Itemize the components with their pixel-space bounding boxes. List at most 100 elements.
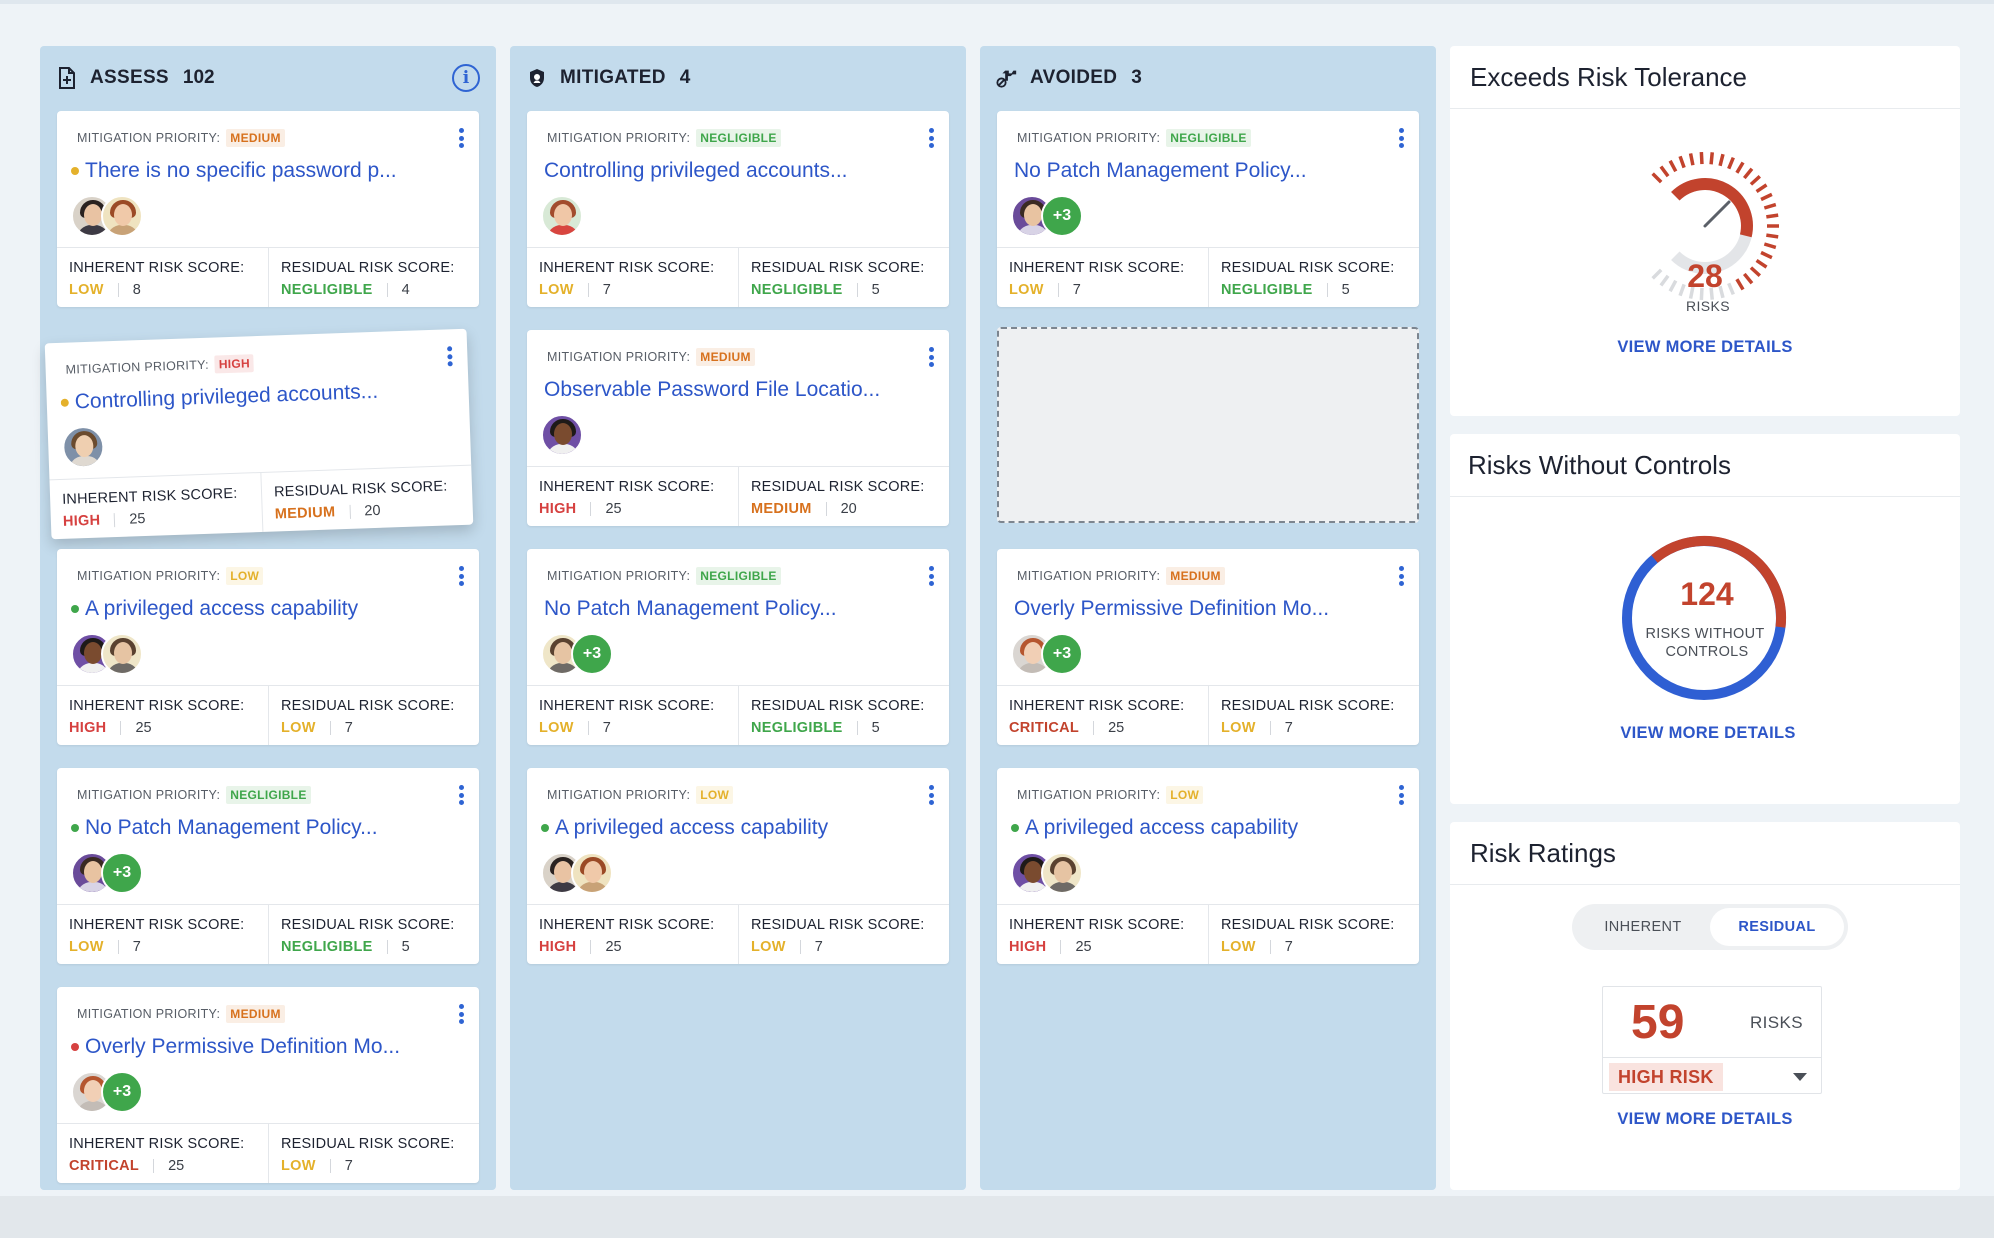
risk-score-number: 25 <box>1075 939 1092 955</box>
more-assignees-badge[interactable]: +3 <box>1041 633 1083 675</box>
risk-card[interactable]: MITIGATION PRIORITY: LOW A privileged acce… <box>997 768 1419 964</box>
avatar[interactable] <box>61 425 106 469</box>
inherent-risk-score-label: INHERENT RISK SCORE: <box>539 479 715 495</box>
avatar[interactable] <box>571 852 613 894</box>
risk-card[interactable]: MITIGATION PRIORITY: NEGLIGIBLE No Patch M… <box>527 549 949 745</box>
residual-risk-score-label: RESIDUAL RISK SCORE: <box>281 917 455 933</box>
selected-risk-level: HIGH RISK <box>1609 1063 1723 1091</box>
avatar[interactable] <box>101 633 143 675</box>
residual-risk-score-value: MEDIUM 20 <box>751 501 949 517</box>
avatar[interactable] <box>541 414 583 456</box>
info-icon[interactable]: i <box>452 64 480 92</box>
more-assignees-badge[interactable]: +3 <box>101 852 143 894</box>
gauge-tick <box>1760 192 1773 202</box>
risk-title-link[interactable]: Controlling privileged accounts... <box>60 377 451 415</box>
risk-title-link[interactable]: Controlling privileged accounts... <box>544 159 934 183</box>
risk-score-number: 7 <box>1072 282 1081 298</box>
more-options-icon[interactable] <box>457 125 465 151</box>
risk-scores: INHERENT RISK SCORE: LOW 7 RESIDUAL RISK SC… <box>997 247 1419 307</box>
residual-risk-score: RESIDUAL RISK SCORE: LOW 7 <box>268 686 479 745</box>
avatar[interactable] <box>541 195 583 237</box>
inherent-risk-score: INHERENT RISK SCORE: LOW 7 <box>527 686 738 745</box>
divider <box>1450 108 1960 109</box>
status-dot <box>60 398 69 407</box>
risk-card[interactable]: MITIGATION PRIORITY: NEGLIGIBLE Controllin… <box>527 111 949 307</box>
toggle-residual[interactable]: RESIDUAL <box>1710 908 1844 946</box>
risk-title-link[interactable]: No Patch Management Policy... <box>544 597 934 621</box>
more-options-icon[interactable] <box>457 563 465 589</box>
risk-card[interactable]: MITIGATION PRIORITY: NEGLIGIBLE No Patch M… <box>57 768 479 964</box>
more-assignees-badge[interactable]: +3 <box>571 633 613 675</box>
risk-scores: INHERENT RISK SCORE: HIGH 25 RESIDUAL RISK … <box>527 466 949 526</box>
mitigation-priority-label: MITIGATION PRIORITY: <box>1017 131 1161 145</box>
residual-risk-score-label: RESIDUAL RISK SCORE: <box>751 260 925 276</box>
risk-title-link[interactable]: There is no specific password p... <box>71 159 461 183</box>
residual-risk-score-label: RESIDUAL RISK SCORE: <box>1221 917 1395 933</box>
risk-level: LOW <box>281 720 316 736</box>
risk-title-link[interactable]: No Patch Management Policy... <box>1014 159 1404 183</box>
residual-risk-score: RESIDUAL RISK SCORE: NEGLIGIBLE 5 <box>1208 248 1419 307</box>
inherent-risk-score-label: INHERENT RISK SCORE: <box>69 260 245 276</box>
risk-score-number: 20 <box>840 501 857 517</box>
mitigation-priority: MITIGATION PRIORITY: NEGLIGIBLE <box>1017 129 1251 147</box>
risk-title-link[interactable]: No Patch Management Policy... <box>71 816 461 840</box>
chevron-down-icon[interactable] <box>1793 1073 1807 1081</box>
column-count: 4 <box>679 67 691 88</box>
divider <box>587 721 589 735</box>
more-options-icon[interactable] <box>1397 563 1405 589</box>
more-options-icon[interactable] <box>445 343 454 369</box>
inherent-risk-score: INHERENT RISK SCORE: LOW 7 <box>997 248 1208 307</box>
inherent-risk-score-value: LOW 7 <box>539 282 738 298</box>
risk-title-link[interactable]: Overly Permissive Definition Mo... <box>71 1035 461 1059</box>
risk-level-select[interactable]: HIGH RISK <box>1603 1057 1821 1095</box>
view-more-details-link[interactable]: VIEW MORE DETAILS <box>1450 338 1960 357</box>
status-dot <box>1011 824 1019 832</box>
gauge-tick <box>1727 156 1735 170</box>
risk-card[interactable]: MITIGATION PRIORITY: MEDIUM Observable Pas… <box>527 330 949 526</box>
more-assignees-badge[interactable]: +3 <box>1041 195 1083 237</box>
view-more-details-link[interactable]: VIEW MORE DETAILS <box>1450 1110 1960 1129</box>
mitigation-priority: MITIGATION PRIORITY: LOW <box>1017 786 1204 804</box>
shield-icon <box>526 67 548 89</box>
more-options-icon[interactable] <box>457 782 465 808</box>
risk-title-link[interactable]: Observable Password File Locatio... <box>544 378 934 402</box>
risk-card[interactable]: MITIGATION PRIORITY: MEDIUM Overly Permiss… <box>57 987 479 1183</box>
risk-title-link[interactable]: A privileged access capability <box>71 597 461 621</box>
view-more-details-link[interactable]: VIEW MORE DETAILS <box>1450 724 1960 743</box>
divider <box>120 721 122 735</box>
risk-card[interactable]: MITIGATION PRIORITY: NEGLIGIBLE No Patch M… <box>997 111 1419 307</box>
risk-title-link[interactable]: Overly Permissive Definition Mo... <box>1014 597 1404 621</box>
drop-zone-placeholder[interactable] <box>997 327 1419 523</box>
more-options-icon[interactable] <box>927 563 935 589</box>
more-options-icon[interactable] <box>927 344 935 370</box>
risk-scores: INHERENT RISK SCORE: LOW 7 RESIDUAL RISK SC… <box>527 247 949 307</box>
risk-card[interactable]: MITIGATION PRIORITY: LOW A privileged acce… <box>57 549 479 745</box>
more-assignees-badge[interactable]: +3 <box>101 1071 143 1113</box>
avatar[interactable] <box>101 195 143 237</box>
toggle-inherent[interactable]: INHERENT <box>1576 908 1710 946</box>
risk-score-number: 7 <box>1284 939 1293 955</box>
priority-badge: NEGLIGIBLE <box>1166 129 1251 147</box>
risk-card[interactable]: MITIGATION PRIORITY: HIGH Controlling priv… <box>44 328 474 540</box>
avatar[interactable] <box>1041 852 1083 894</box>
more-options-icon[interactable] <box>457 1001 465 1027</box>
risk-title-link[interactable]: A privileged access capability <box>1011 816 1401 840</box>
risk-score-number: 25 <box>135 720 152 736</box>
risk-card[interactable]: MITIGATION PRIORITY: MEDIUM Overly Permiss… <box>997 549 1419 745</box>
more-options-icon[interactable] <box>927 125 935 151</box>
risk-card[interactable]: MITIGATION PRIORITY: MEDIUM There is no sp… <box>57 111 479 307</box>
status-dot <box>71 605 79 613</box>
risk-score-number: 25 <box>129 511 146 528</box>
mitigation-priority-label: MITIGATION PRIORITY: <box>547 569 691 583</box>
more-options-icon[interactable] <box>1397 782 1405 808</box>
panel-exceeds-risk-tolerance: Exceeds Risk Tolerance 28 RISKS VIEW MOR… <box>1450 46 1960 416</box>
risk-card[interactable]: MITIGATION PRIORITY: LOW A privileged acce… <box>527 768 949 964</box>
risk-scores: INHERENT RISK SCORE: HIGH 25 RESIDUAL RISK … <box>527 904 949 964</box>
residual-risk-score-value: NEGLIGIBLE 4 <box>281 282 479 298</box>
risk-level: HIGH <box>539 939 577 955</box>
risk-title-link[interactable]: A privileged access capability <box>541 816 931 840</box>
mitigation-priority: MITIGATION PRIORITY: LOW <box>77 567 264 585</box>
more-options-icon[interactable] <box>927 782 935 808</box>
more-options-icon[interactable] <box>1397 125 1405 151</box>
residual-risk-score-label: RESIDUAL RISK SCORE: <box>751 479 925 495</box>
